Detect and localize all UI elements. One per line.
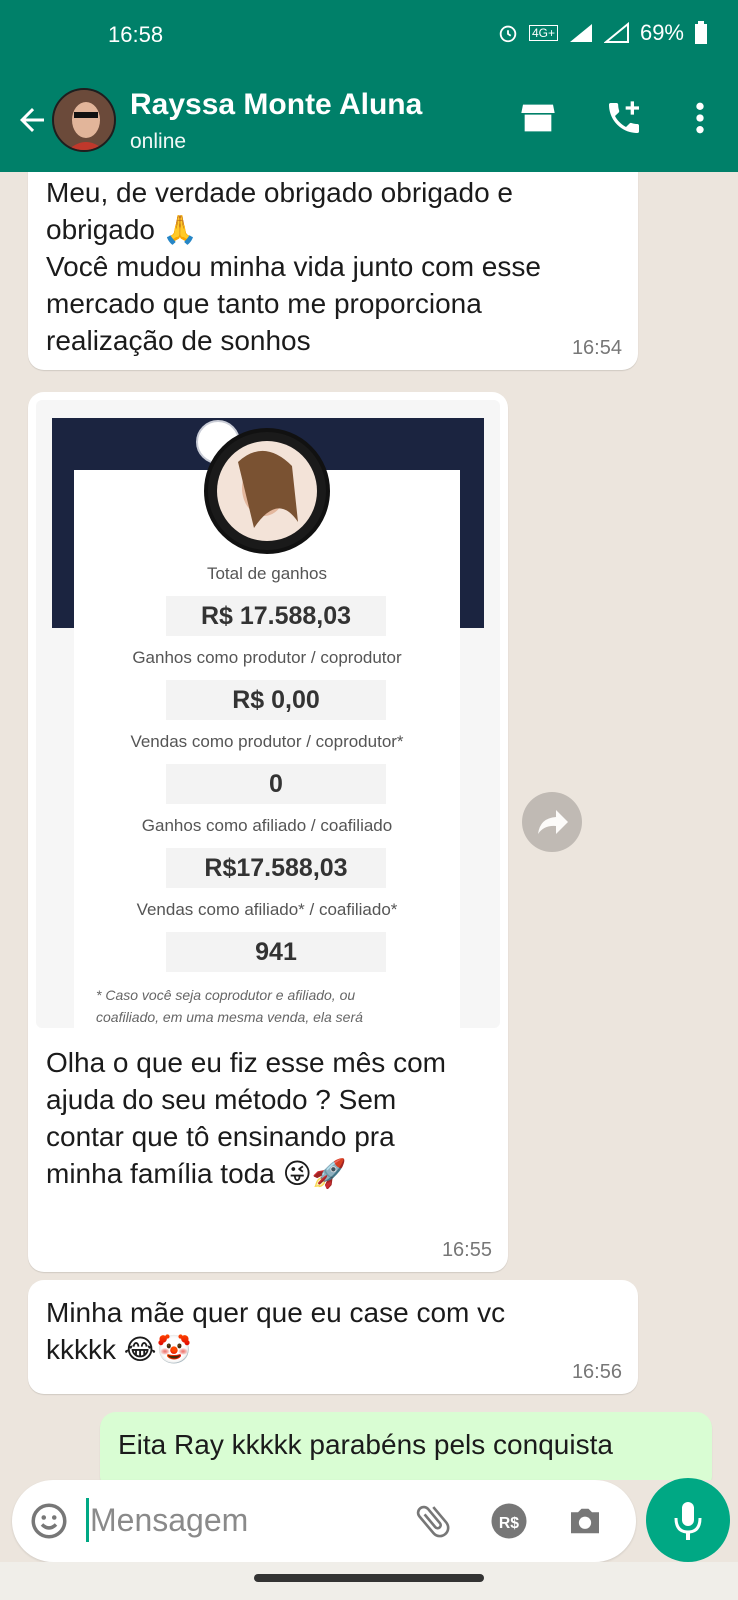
chat-area[interactable]: Meu, de verdade obrigado obrigado e obri… [0, 172, 738, 1480]
emoji-icon[interactable] [28, 1500, 70, 1542]
total-earnings-value: R$ 17.588,03 [166, 596, 386, 636]
message-time: 16:56 [571, 1361, 622, 1383]
attach-icon[interactable] [412, 1500, 454, 1542]
message-line: kkkkk 😂🤡 [46, 1334, 192, 1365]
screenshot-footnote: * Caso você seja coprodutor e afiliado, … [96, 984, 456, 1028]
add-call-icon[interactable] [604, 98, 644, 138]
message-line: Meu, de verdade obrigado obrigado e [46, 177, 514, 208]
more-vert-icon[interactable] [680, 98, 720, 138]
battery-icon [695, 21, 707, 44]
message-time: 16:55 [441, 1239, 492, 1261]
back-arrow-icon[interactable] [14, 102, 50, 138]
caption-line: ajuda do seu método ? Sem [46, 1084, 397, 1115]
message-text: Eita Ray kkkkk parabéns pels conquista [118, 1426, 694, 1463]
home-gesture-bar[interactable] [254, 1574, 484, 1582]
signal-2-icon [603, 22, 629, 43]
message-bubble-incoming[interactable]: Minha mãe quer que eu case com vc kkkkk … [28, 1280, 638, 1394]
forward-button[interactable] [522, 792, 582, 852]
text-cursor [86, 1498, 89, 1542]
battery-percent: 69% [639, 20, 684, 45]
affiliate-earnings-value: R$17.588,03 [166, 848, 386, 888]
message-line: Eita Ray kkkkk parabéns pels conquista [118, 1429, 613, 1460]
status-time: 16:58 [108, 22, 164, 47]
message-line: Minha mãe quer que eu case com vc [46, 1297, 506, 1328]
message-time: 16:54 [571, 337, 622, 359]
producer-sales-value: 0 [166, 764, 386, 804]
screenshot-profile-photo [204, 428, 330, 554]
caption-line: minha família toda 😜🚀 [46, 1158, 347, 1189]
producer-earnings-label: Ganhos como produtor / coprodutor [132, 648, 402, 667]
system-nav-bar [0, 1562, 738, 1600]
image-caption: Olha o que eu fiz esse mês com ajuda do … [46, 1044, 496, 1192]
avatar[interactable] [52, 88, 116, 152]
message-text: Minha mãe quer que eu case com vc kkkkk … [46, 1294, 620, 1368]
network-type-label: 4G+ [528, 25, 558, 41]
forward-icon [538, 810, 568, 834]
producer-sales-label: Vendas como produtor / coprodutor* [130, 732, 404, 751]
footnote-line: * Caso você seja coprodutor e afiliado, … [96, 987, 356, 1003]
message-input[interactable]: Mensagem [90, 1502, 248, 1539]
contact-status: online [130, 130, 187, 153]
affiliate-sales-value: 941 [166, 932, 386, 972]
affiliate-sales-label: Vendas como afiliado* / coafiliado* [136, 900, 398, 919]
message-line: Você mudou minha vida junto com esse [46, 251, 541, 282]
payment-icon[interactable]: R$ [488, 1500, 530, 1542]
message-bubble-incoming[interactable]: Meu, de verdade obrigado obrigado e obri… [28, 172, 638, 370]
voice-message-button[interactable] [646, 1478, 730, 1562]
camera-icon[interactable] [564, 1500, 606, 1542]
message-bubble-image[interactable]: Total de ganhos R$ 17.588,03 Ganhos como… [28, 392, 508, 1272]
message-text: Meu, de verdade obrigado obrigado e obri… [46, 174, 620, 359]
message-line: mercado que tanto me proporciona [46, 288, 482, 319]
status-bar: 16:58 4G+ 69% [0, 0, 738, 72]
alarm-icon [499, 25, 517, 43]
caption-line: Olha o que eu fiz esse mês com [46, 1047, 446, 1078]
store-icon[interactable] [518, 98, 558, 138]
message-line: realização de sonhos [46, 325, 311, 356]
total-earnings-label: Total de ganhos [206, 564, 328, 583]
chat-header: Rayssa Monte Aluna online [0, 72, 738, 172]
affiliate-earnings-label: Ganhos como afiliado / coafiliado [141, 816, 393, 835]
footnote-line: coafiliado, em uma mesma venda, ela será [96, 1009, 363, 1025]
mic-icon [674, 1502, 702, 1540]
earnings-screenshot-image[interactable]: Total de ganhos R$ 17.588,03 Ganhos como… [36, 400, 500, 1028]
svg-text:R$: R$ [499, 1515, 519, 1532]
message-composer[interactable]: Mensagem R$ [12, 1480, 636, 1562]
status-icons: 4G+ 69% [497, 20, 708, 46]
caption-line: contar que tô ensinando pra [46, 1121, 395, 1152]
message-line: obrigado 🙏 [46, 214, 198, 245]
contact-name[interactable]: Rayssa Monte Aluna [130, 88, 422, 122]
message-bubble-outgoing[interactable]: Eita Ray kkkkk parabéns pels conquista [100, 1412, 712, 1480]
signal-icon [569, 24, 592, 42]
producer-earnings-value: R$ 0,00 [166, 680, 386, 720]
